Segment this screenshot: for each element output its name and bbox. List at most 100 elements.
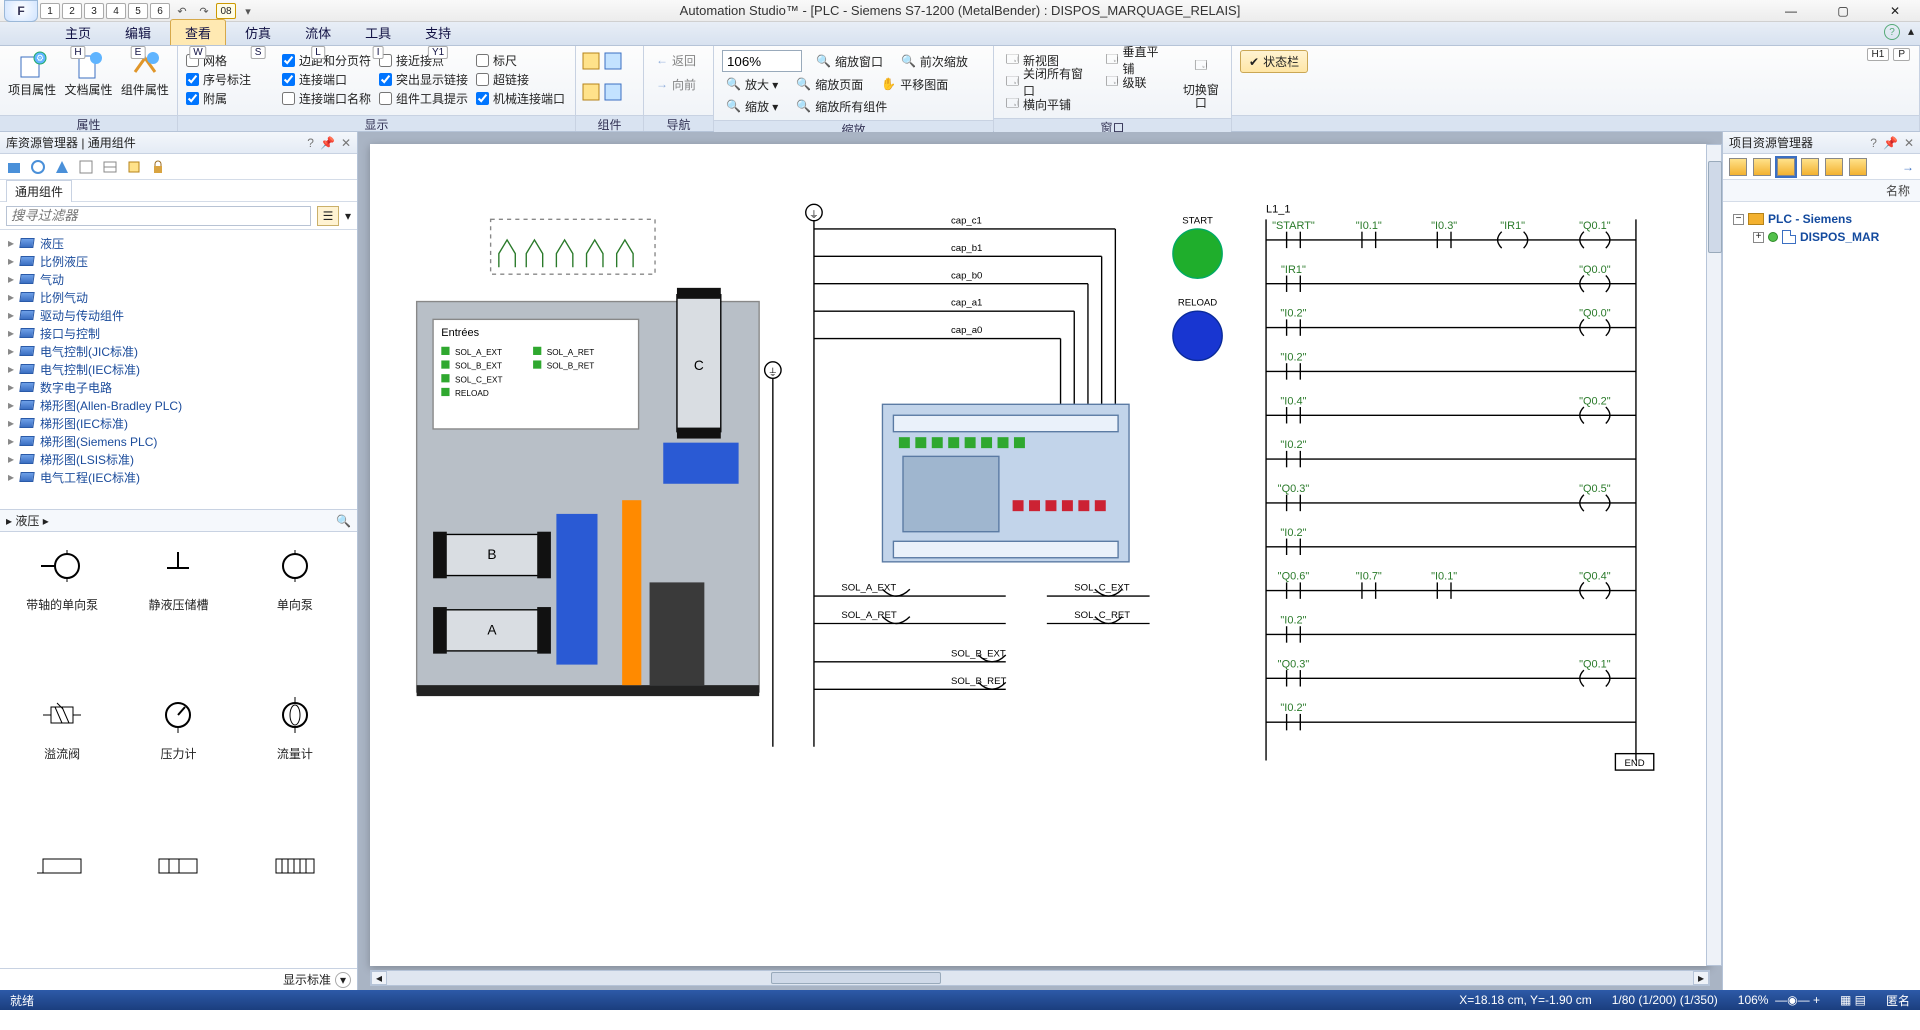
lib-toolbar-icon[interactable] <box>30 159 46 175</box>
project-tree-node[interactable]: − PLC - Siemens <box>1729 210 1914 228</box>
display-option-checkbox[interactable]: 突出显示链接 <box>379 71 468 88</box>
component-tool-icon[interactable] <box>604 52 622 73</box>
display-option-checkbox[interactable]: 接近接点 <box>379 52 468 69</box>
zoom-page-button[interactable]: 🔍缩放页面 <box>792 74 867 94</box>
chevron-down-icon[interactable]: ▾ <box>335 972 351 988</box>
search-icon[interactable]: 🔍 <box>336 514 351 528</box>
maximize-button[interactable]: ▢ <box>1824 0 1862 22</box>
qat-dropdown-icon[interactable]: ▾ <box>238 2 258 20</box>
zoom-value-input[interactable] <box>722 50 802 72</box>
category-breadcrumb[interactable]: 液压 <box>15 514 39 528</box>
library-search-input[interactable] <box>6 206 311 226</box>
tab-edit[interactable]: 编辑E <box>110 19 166 45</box>
library-tree-item[interactable]: ▸梯形图(Allen-Bradley PLC) <box>0 396 357 414</box>
library-subtab[interactable]: 通用组件 <box>6 180 72 202</box>
panel-help-icon[interactable]: ? <box>1870 136 1877 150</box>
display-option-checkbox[interactable]: 附属 <box>186 90 274 107</box>
zoom-adjust-button[interactable]: 🔍缩放 ▾ <box>722 96 782 116</box>
display-option-checkbox[interactable]: 边距和分页符 <box>282 52 371 69</box>
library-tree-item[interactable]: ▸液压 <box>0 234 357 252</box>
statusbar-toggle-button[interactable]: ✔ 状态栏 <box>1240 50 1308 73</box>
display-option-checkbox[interactable]: 连接端口 <box>282 71 371 88</box>
qat-slot[interactable]: 2 <box>62 3 82 19</box>
lib-toolbar-icon[interactable] <box>78 159 94 175</box>
tile-vertical-button[interactable]: 🗔垂直平铺 <box>1101 50 1168 70</box>
scrollbar-thumb[interactable] <box>771 972 941 984</box>
palette-item[interactable] <box>122 840 234 958</box>
qat-slot[interactable]: 1 <box>40 3 60 19</box>
project-toolbar-icon[interactable] <box>1753 158 1771 176</box>
component-tool-icon[interactable] <box>582 52 600 73</box>
tab-sim[interactable]: 仿真S <box>230 19 286 45</box>
palette-item[interactable]: 带轴的单向泵 <box>6 542 118 677</box>
display-option-checkbox[interactable]: 序号标注 <box>186 71 274 88</box>
display-option-checkbox[interactable]: 超链接 <box>476 71 565 88</box>
library-tree-item[interactable]: ▸电气控制(JIC标准) <box>0 342 357 360</box>
zoom-all-button[interactable]: 🔍缩放所有组件 <box>792 96 891 116</box>
qat-slot[interactable]: 4 <box>106 3 126 19</box>
tree-expand-icon[interactable]: + <box>1753 232 1764 243</box>
scroll-left-icon[interactable]: ◂ <box>371 971 387 985</box>
qat-slot[interactable]: 6 <box>150 3 170 19</box>
project-toolbar-more-icon[interactable]: → <box>1902 160 1914 174</box>
palette-item[interactable]: 溢流阀 <box>6 691 118 826</box>
zoom-window-button[interactable]: 🔍缩放窗口 <box>812 51 887 71</box>
project-toolbar-icon[interactable] <box>1825 158 1843 176</box>
tab-support[interactable]: 支持Y1 <box>410 19 466 45</box>
qat-redo-icon[interactable]: ↷ <box>194 2 214 20</box>
library-tree-item[interactable]: ▸比例气动 <box>0 288 357 306</box>
tree-collapse-icon[interactable]: − <box>1733 214 1744 225</box>
canvas-vertical-scrollbar[interactable] <box>1706 144 1722 966</box>
display-option-checkbox[interactable]: 组件工具提示 <box>379 90 468 107</box>
library-tree-item[interactable]: ▸梯形图(LSIS标准) <box>0 450 357 468</box>
palette-item[interactable]: 静液压储槽 <box>122 542 234 677</box>
qat-slot[interactable]: 08 <box>216 3 236 19</box>
palette-item[interactable]: 压力计 <box>122 691 234 826</box>
panel-close-icon[interactable]: ✕ <box>1904 136 1914 150</box>
status-zoom[interactable]: 106% —◉— + <box>1738 993 1820 1007</box>
tab-home[interactable]: 主页H <box>50 19 106 45</box>
library-tree-item[interactable]: ▸梯形图(IEC标准) <box>0 414 357 432</box>
scroll-right-icon[interactable]: ▸ <box>1693 971 1709 985</box>
lib-toolbar-icon[interactable] <box>54 159 70 175</box>
library-tree-item[interactable]: ▸气动 <box>0 270 357 288</box>
zoom-in-button[interactable]: 🔍放大 ▾ <box>722 74 782 94</box>
component-tool-icon[interactable] <box>582 83 600 104</box>
tile-horizontal-button[interactable]: 🗔横向平铺 <box>1002 94 1091 114</box>
help-icon[interactable]: ? <box>1884 24 1900 40</box>
nav-back-button[interactable]: ←返回 <box>652 50 700 70</box>
tab-tools[interactable]: 工具I <box>350 19 406 45</box>
close-all-windows-button[interactable]: 🗔关闭所有窗口 <box>1002 72 1091 92</box>
minimize-button[interactable]: — <box>1772 0 1810 22</box>
switch-window-button[interactable]: 🗔切换窗口 <box>1179 50 1223 110</box>
lib-toolbar-icon[interactable] <box>102 159 118 175</box>
project-toolbar-icon[interactable] <box>1729 158 1747 176</box>
canvas-horizontal-scrollbar[interactable]: ◂ ▸ <box>370 970 1710 986</box>
search-dropdown-icon[interactable]: ▾ <box>345 209 351 223</box>
schematic-canvas[interactable]: Entrées SOL_A_EXT SOL_B_EXT SOL_C_EXT RE… <box>370 144 1710 966</box>
nav-forward-button[interactable]: →向前 <box>652 74 700 94</box>
display-standard-button[interactable]: 显示标准 <box>283 971 331 988</box>
panel-help-icon[interactable]: ? <box>307 136 314 150</box>
lock-icon[interactable] <box>150 159 166 175</box>
zoom-prev-button[interactable]: 🔍前次缩放 <box>897 51 972 71</box>
project-toolbar-icon[interactable] <box>1849 158 1867 176</box>
qat-slot[interactable]: 3 <box>84 3 104 19</box>
palette-item[interactable] <box>6 840 118 958</box>
display-option-checkbox[interactable]: 标尺 <box>476 52 565 69</box>
status-view-icons[interactable]: ▦ ▤ <box>1840 993 1866 1007</box>
qat-undo-icon[interactable]: ↶ <box>172 2 192 20</box>
file-menu-button[interactable]: F <box>4 0 38 22</box>
panel-pin-icon[interactable]: 📌 <box>1883 136 1898 150</box>
project-properties-button[interactable]: ⚙ 项目属性 <box>8 50 56 97</box>
library-tree-item[interactable]: ▸驱动与传动组件 <box>0 306 357 324</box>
display-option-checkbox[interactable]: 连接端口名称 <box>282 90 371 107</box>
qat-slot[interactable]: 5 <box>128 3 148 19</box>
ribbon-collapse-icon[interactable]: ▴ <box>1908 24 1914 40</box>
palette-item[interactable]: 单向泵 <box>239 542 351 677</box>
close-button[interactable]: ✕ <box>1876 0 1914 22</box>
component-tool-icon[interactable] <box>604 83 622 104</box>
panel-pin-icon[interactable]: 📌 <box>320 136 335 150</box>
tab-fluid[interactable]: 流体L <box>290 19 346 45</box>
cascade-button[interactable]: 🗔级联 <box>1101 72 1168 92</box>
